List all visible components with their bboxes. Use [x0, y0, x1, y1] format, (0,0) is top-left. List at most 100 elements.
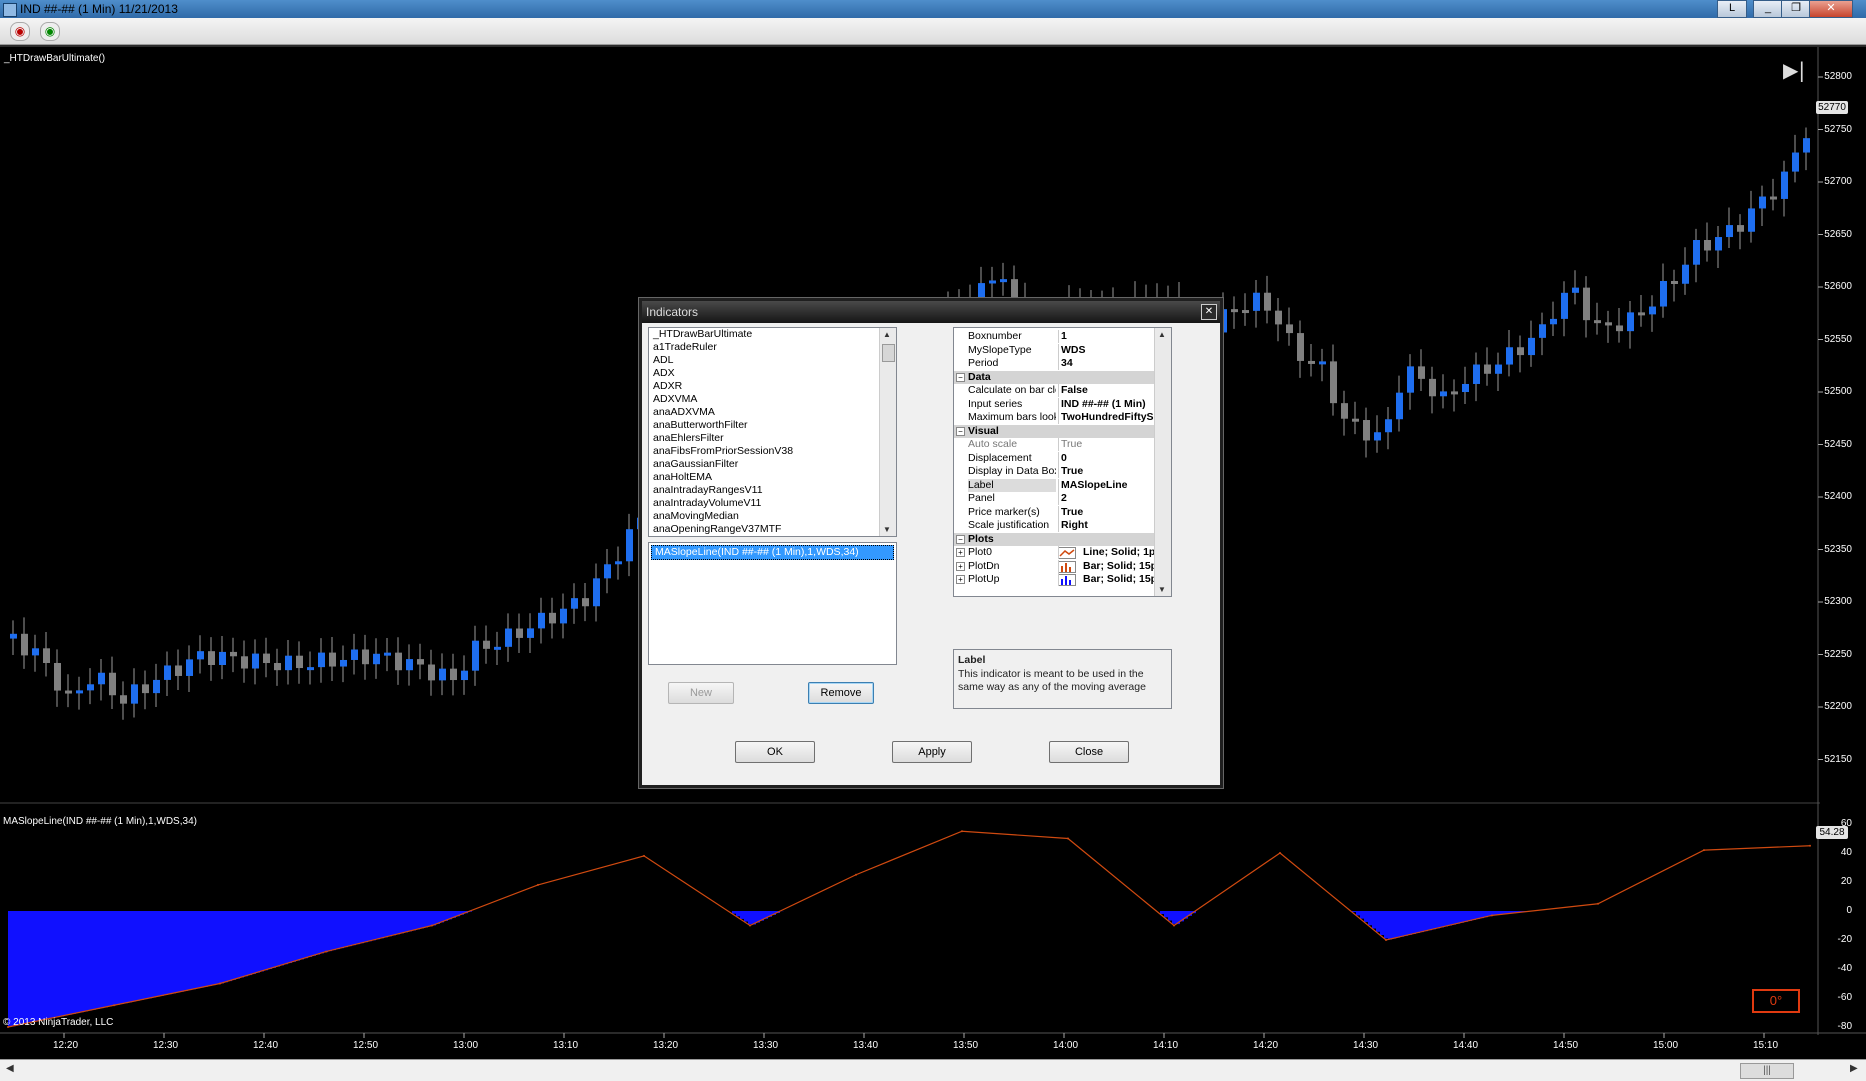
- window-close-button[interactable]: ✕: [1809, 0, 1853, 18]
- property-value[interactable]: True: [1058, 465, 1157, 478]
- list-scrollbar[interactable]: ▲ ▼: [879, 328, 896, 536]
- slope-bar: [1424, 911, 1428, 931]
- property-row[interactable]: Displacement0: [954, 452, 1154, 465]
- property-row[interactable]: LabelMASlopeLine: [954, 479, 1154, 492]
- hide-eye-icon[interactable]: ◉: [10, 22, 30, 41]
- property-row[interactable]: Panel2: [954, 492, 1154, 505]
- candle-body: [351, 650, 358, 660]
- property-value[interactable]: MASlopeLine: [1058, 479, 1157, 492]
- property-value[interactable]: Line; Solid; 1px: [1058, 546, 1157, 559]
- property-value[interactable]: Bar; Solid; 15px: [1058, 560, 1157, 573]
- slope-bar: [16, 911, 20, 1025]
- scroll-right-icon[interactable]: ▶: [1850, 1063, 1858, 1074]
- props-scroll-up-icon[interactable]: ▲: [1158, 330, 1166, 339]
- remove-button[interactable]: Remove: [808, 682, 874, 704]
- available-indicator-item[interactable]: anaFibsFromPriorSessionV38: [649, 445, 896, 458]
- price-tick-label: 52750: [1822, 124, 1852, 138]
- ok-button[interactable]: OK: [735, 741, 815, 763]
- property-row[interactable]: Maximum bars look backTwoHundredFiftySix: [954, 411, 1154, 424]
- property-value[interactable]: 0: [1058, 452, 1157, 465]
- property-value[interactable]: True: [1058, 506, 1157, 519]
- applied-indicators-list[interactable]: MASlopeLine(IND ##-## (1 Min),1,WDS,34): [648, 542, 897, 665]
- property-category[interactable]: −Plots: [954, 533, 1154, 546]
- available-indicator-item[interactable]: anaMovingMedian: [649, 510, 896, 523]
- expand-icon[interactable]: +: [956, 562, 965, 571]
- property-value[interactable]: 34: [1058, 357, 1157, 370]
- available-indicator-item[interactable]: anaADXVMA: [649, 406, 896, 419]
- available-indicator-item[interactable]: anaOpeningRangeV37MTF: [649, 523, 896, 536]
- slope-bar: [1456, 911, 1460, 924]
- slope-bar: [312, 911, 316, 956]
- available-indicator-item[interactable]: anaIntradayRangesV11: [649, 484, 896, 497]
- candle-body: [582, 598, 589, 606]
- property-value[interactable]: IND ##-## (1 Min): [1058, 398, 1157, 411]
- available-indicator-item[interactable]: anaHoltEMA: [649, 471, 896, 484]
- property-value[interactable]: Bar; Solid; 15px: [1058, 573, 1157, 586]
- new-button[interactable]: New: [668, 682, 734, 704]
- collapse-icon[interactable]: −: [956, 373, 965, 382]
- available-indicator-item[interactable]: _HTDrawBarUltimate: [649, 328, 896, 341]
- property-value[interactable]: Right: [1058, 519, 1157, 532]
- candle-body: [120, 695, 127, 703]
- show-eye-icon[interactable]: ◉: [40, 22, 60, 41]
- properties-grid[interactable]: Boxnumber1MySlopeTypeWDSPeriod34−DataCal…: [953, 327, 1172, 597]
- property-value[interactable]: WDS: [1058, 344, 1157, 357]
- scroll-left-icon[interactable]: ◀: [6, 1063, 14, 1074]
- slope-bar: [432, 911, 436, 926]
- available-indicator-item[interactable]: ADXR: [649, 380, 896, 393]
- property-row[interactable]: Scale justificationRight: [954, 519, 1154, 532]
- property-category[interactable]: −Data: [954, 371, 1154, 384]
- slope-bar: [408, 911, 412, 931]
- property-value[interactable]: False: [1058, 384, 1157, 397]
- props-scrollbar[interactable]: ▲ ▼: [1154, 328, 1171, 596]
- layout-button[interactable]: L: [1717, 0, 1747, 18]
- slope-point: [961, 830, 963, 832]
- collapse-icon[interactable]: −: [956, 535, 965, 544]
- list-scroll-thumb[interactable]: [882, 344, 895, 362]
- applied-indicator-item[interactable]: MASlopeLine(IND ##-## (1 Min),1,WDS,34): [651, 545, 894, 560]
- property-row[interactable]: Auto scaleTrue: [954, 438, 1154, 451]
- slope-bar: [1172, 911, 1176, 924]
- slope-bar: [116, 911, 120, 1005]
- available-indicator-item[interactable]: anaGaussianFilter: [649, 458, 896, 471]
- property-row[interactable]: Input seriesIND ##-## (1 Min): [954, 398, 1154, 411]
- available-indicator-item[interactable]: ADX: [649, 367, 896, 380]
- collapse-icon[interactable]: −: [956, 427, 965, 436]
- property-row[interactable]: Period34: [954, 357, 1154, 370]
- property-category[interactable]: −Visual: [954, 425, 1154, 438]
- property-row[interactable]: +PlotDnBar; Solid; 15px: [954, 560, 1154, 573]
- scroll-thumb[interactable]: |||: [1740, 1063, 1794, 1079]
- property-row[interactable]: Display in Data BoxTrue: [954, 465, 1154, 478]
- property-value[interactable]: TwoHundredFiftySix: [1058, 411, 1157, 424]
- candle-body: [329, 653, 336, 667]
- dialog-close-icon[interactable]: ✕: [1201, 304, 1217, 320]
- slope-bar: [1420, 911, 1424, 932]
- available-indicator-item[interactable]: ADL: [649, 354, 896, 367]
- available-indicators-list[interactable]: _HTDrawBarUltimatea1TradeRulerADLADXADXR…: [648, 327, 897, 537]
- chart-scrollbar[interactable]: ◀ ||| ▶: [0, 1059, 1866, 1081]
- property-row[interactable]: MySlopeTypeWDS: [954, 344, 1154, 357]
- available-indicator-item[interactable]: anaEhlersFilter: [649, 432, 896, 445]
- expand-icon[interactable]: +: [956, 575, 965, 584]
- available-indicator-item[interactable]: ADXVMA: [649, 393, 896, 406]
- apply-button[interactable]: Apply: [892, 741, 972, 763]
- scroll-down-icon[interactable]: ▼: [883, 525, 891, 534]
- candle-body: [1418, 366, 1425, 379]
- available-indicator-item[interactable]: anaIntradayVolumeV11: [649, 497, 896, 510]
- property-value[interactable]: 2: [1058, 492, 1157, 505]
- property-value[interactable]: 1: [1058, 330, 1157, 343]
- expand-icon[interactable]: +: [956, 548, 965, 557]
- available-indicator-item[interactable]: a1TradeRuler: [649, 341, 896, 354]
- scroll-up-icon[interactable]: ▲: [883, 330, 891, 339]
- property-row[interactable]: Price marker(s)True: [954, 506, 1154, 519]
- available-indicator-item[interactable]: anaButterworthFilter: [649, 419, 896, 432]
- minimize-button[interactable]: _: [1753, 0, 1783, 18]
- property-row[interactable]: Boxnumber1: [954, 330, 1154, 343]
- property-value[interactable]: True: [1058, 438, 1157, 451]
- close-button[interactable]: Close: [1049, 741, 1129, 763]
- property-row[interactable]: +PlotUpBar; Solid; 15px: [954, 573, 1154, 586]
- props-scroll-down-icon[interactable]: ▼: [1158, 585, 1166, 594]
- property-row[interactable]: +Plot0Line; Solid; 1px: [954, 546, 1154, 559]
- property-row[interactable]: Calculate on bar closeFalse: [954, 384, 1154, 397]
- restore-button[interactable]: ❐: [1781, 0, 1811, 18]
